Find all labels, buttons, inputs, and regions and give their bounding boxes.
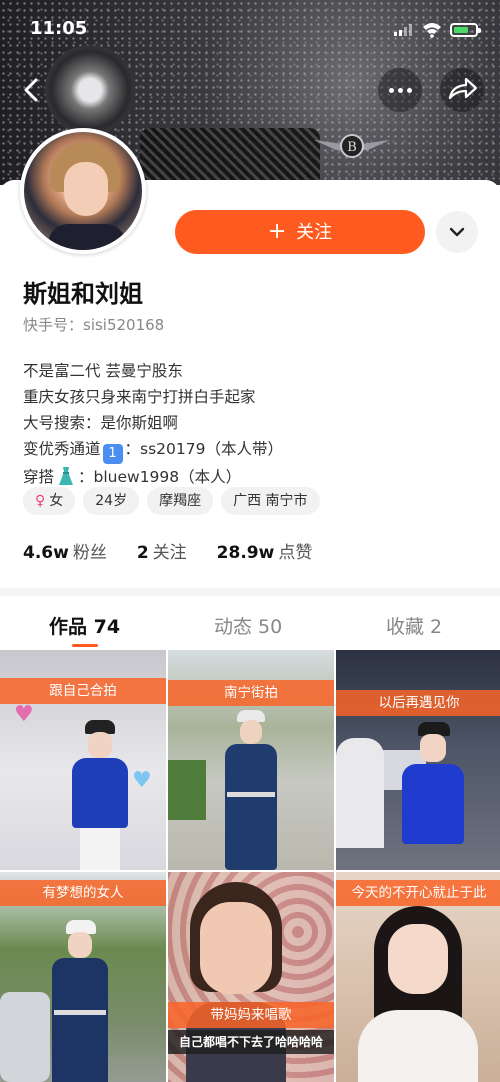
following-stat[interactable]: 2 关注 [137, 538, 187, 563]
kuaishou-id: 快手号：sisi520168 [23, 316, 165, 334]
profile-tags: ♀ 女 24岁 摩羯座 广西 南宁市 [23, 487, 320, 515]
video-tile[interactable]: 以后再遇见你 [336, 650, 500, 870]
following-count: 2 [136, 543, 149, 563]
bio-text: 穿搭 [23, 468, 55, 486]
fans-label: 粉丝 [72, 543, 107, 563]
cover-car-badge: B [314, 134, 390, 158]
back-icon[interactable] [14, 72, 50, 108]
likes-label: 点赞 [278, 543, 313, 563]
profile-stats: 4.6w 粉丝 2 关注 28.9w 点赞 [23, 538, 312, 563]
video-grid: ♥ ♥ 跟自己合拍 南宁街拍 以后再遇见你 有梦想的女人 带妈妈来唱歌 自己都唱… [0, 650, 500, 1082]
cover-grille [140, 128, 320, 185]
svg-text:B: B [347, 140, 357, 155]
signal-icon [394, 24, 412, 36]
video-caption: 南宁街拍 [168, 680, 334, 706]
video-caption: 带妈妈来唱歌 [168, 1002, 334, 1028]
video-subtitle: 自己都唱不下去了哈哈哈哈 [168, 1030, 334, 1054]
profile-name: 斯姐和刘姐 [23, 280, 143, 308]
share-button[interactable] [440, 68, 484, 112]
video-tile[interactable]: ♥ ♥ 跟自己合拍 [0, 650, 166, 870]
wifi-icon [423, 23, 441, 38]
location-tag: 广西 南宁市 [221, 487, 320, 515]
avatar[interactable] [20, 128, 146, 254]
more-button[interactable] [378, 68, 422, 112]
plus-icon: + [267, 219, 287, 244]
video-tile[interactable]: 有梦想的女人 [0, 872, 166, 1082]
age-tag: 24岁 [83, 487, 140, 515]
gender-label: 女 [49, 493, 64, 509]
video-tile[interactable]: 南宁街拍 [168, 650, 334, 870]
zodiac-tag: 摩羯座 [147, 487, 214, 515]
female-icon: ♀ [35, 493, 46, 509]
status-time: 11:05 [30, 18, 88, 39]
content-tabs: 作品 74 动态 50 收藏 2 [0, 596, 500, 650]
video-caption: 今天的不开心就止于此 [336, 880, 500, 906]
video-caption: 有梦想的女人 [0, 880, 166, 906]
bio-text: ：ss20179（本人带） [124, 440, 283, 458]
tab-moments[interactable]: 动态 50 [214, 612, 282, 639]
follow-button-label: 关注 [296, 222, 333, 243]
bio-line: 重庆女孩只身来南宁打拼白手起家 [23, 388, 256, 406]
video-caption: 跟自己合拍 [0, 678, 166, 704]
video-tile[interactable]: 带妈妈来唱歌 自己都唱不下去了哈哈哈哈 [168, 872, 334, 1082]
bio-text: ：bluew1998（本人） [78, 468, 242, 486]
cover-headlight [45, 45, 135, 135]
share-icon [448, 77, 478, 100]
section-divider [0, 588, 500, 596]
more-icon [389, 88, 394, 93]
recommend-dropdown-button[interactable] [436, 211, 478, 253]
keycap-one-icon: 1 [102, 444, 123, 464]
profile-bio: 不是富二代 芸曼宁股东 重庆女孩只身来南宁打拼白手起家 大号搜索：是你斯姐啊 变… [23, 358, 283, 490]
dress-icon [59, 467, 74, 485]
video-tile[interactable]: 今天的不开心就止于此 [336, 872, 500, 1082]
gender-tag: ♀ 女 [23, 487, 76, 515]
chevron-down-icon [449, 227, 465, 237]
tab-favorites[interactable]: 收藏 2 [386, 612, 442, 639]
follow-button[interactable]: + 关注 [175, 210, 425, 254]
likes-stat[interactable]: 28.9w 点赞 [217, 538, 313, 563]
tab-active-indicator [72, 644, 98, 647]
bio-line: 变优秀通道 1 ：ss20179（本人带） [23, 436, 283, 464]
fans-stat[interactable]: 4.6w 粉丝 [23, 538, 107, 563]
bio-text: 变优秀通道 [23, 440, 101, 458]
battery-icon [450, 23, 481, 37]
video-caption: 以后再遇见你 [336, 690, 500, 716]
bio-line: 不是富二代 芸曼宁股东 [23, 362, 183, 380]
following-label: 关注 [152, 543, 187, 563]
likes-count: 28.9w [216, 543, 275, 563]
status-bar: 11:05 [0, 18, 500, 44]
fans-count: 4.6w [23, 543, 69, 563]
tab-works[interactable]: 作品 74 [49, 612, 120, 639]
bio-line: 大号搜索：是你斯姐啊 [23, 414, 179, 432]
